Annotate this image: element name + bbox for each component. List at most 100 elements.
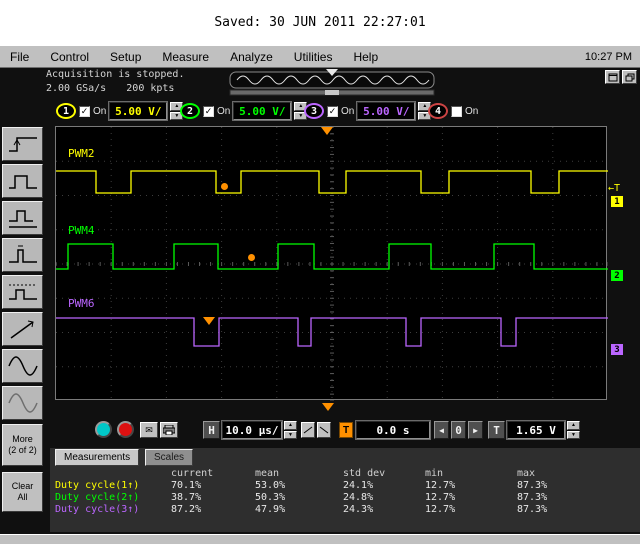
trigger-edge-button[interactable] — [2, 127, 43, 161]
value-mean: 53.0% — [255, 480, 343, 492]
channel-1-controls: 1 ✓ On 5.00 V/ ▲ ▼ — [56, 100, 183, 122]
print-button[interactable] — [160, 422, 178, 438]
edge-trigger-icon — [6, 131, 40, 157]
time-reference-button[interactable]: T — [339, 422, 353, 438]
value-current: 87.2% — [171, 504, 255, 516]
trace-label-pwm4: PWM4 — [68, 224, 95, 237]
trigger-level-marker[interactable]: ←T — [608, 183, 620, 194]
oscilloscope-screen: Saved: 30 JUN 2011 22:27:01 File Control… — [0, 0, 640, 544]
window-icon — [608, 73, 618, 82]
measurement-marker-ch2[interactable] — [248, 254, 255, 261]
ground-marker-ch1[interactable]: 1 — [611, 196, 623, 207]
ground-marker-ch2[interactable]: 2 — [611, 270, 623, 281]
more-page-label: (2 of 2) — [8, 445, 37, 456]
value-stddev: 24.8% — [343, 492, 425, 504]
channel-2-scale[interactable]: 5.00 V/ — [233, 102, 291, 120]
trigger-level-value[interactable]: 1.65 V — [507, 421, 565, 439]
menu-measure[interactable]: Measure — [160, 49, 211, 65]
acquisition-preview-graphic — [229, 69, 435, 96]
menu-setup[interactable]: Setup — [108, 49, 143, 65]
col-min: min — [425, 468, 517, 480]
trigger-pulse-button[interactable] — [2, 164, 43, 198]
window-restore-button[interactable] — [622, 70, 637, 84]
delay-zero-button[interactable]: 0 — [451, 421, 466, 439]
measurement-marker-ch3[interactable] — [203, 317, 215, 325]
trigger-glitch-button[interactable] — [2, 238, 43, 272]
clock: 10:27 PM — [585, 51, 632, 63]
tab-scales[interactable]: Scales — [145, 449, 193, 466]
channel-1-number: 1 — [63, 106, 69, 117]
tab-measurements[interactable]: Measurements — [55, 449, 139, 466]
value-max: 87.3% — [517, 480, 635, 492]
envelope-icon: ✉ — [145, 425, 153, 436]
timebase-spinner[interactable]: ▲ ▼ — [284, 421, 297, 439]
trigger-level-spinner[interactable]: ▲ ▼ — [567, 421, 580, 439]
saved-banner: Saved: 30 JUN 2011 22:27:01 — [0, 0, 640, 45]
menu-help[interactable]: Help — [351, 49, 380, 65]
check-icon: ✓ — [81, 107, 89, 116]
window-minimize-button[interactable] — [605, 70, 620, 84]
stop-button[interactable] — [117, 421, 134, 438]
value-stddev: 24.3% — [343, 504, 425, 516]
waveform-sine-button[interactable] — [2, 349, 43, 383]
trace-label-pwm6: PWM6 — [68, 297, 95, 310]
printer-icon — [163, 425, 175, 435]
channel-4-on-checkbox[interactable] — [451, 106, 462, 117]
channel-4-on-label: On — [465, 106, 478, 117]
ground-marker-ch3[interactable]: 3 — [611, 344, 623, 355]
zoom-in-button[interactable] — [317, 422, 331, 438]
horizontal-menu-button[interactable]: H — [203, 421, 220, 439]
channel-3-on-label: On — [341, 106, 354, 117]
delay-value[interactable]: 0.0 s — [356, 421, 430, 439]
waveform-sine-dim-button[interactable] — [2, 386, 43, 420]
channel-2-on-checkbox[interactable]: ✓ — [203, 106, 214, 117]
measurement-marker-ch1[interactable] — [221, 183, 228, 190]
value-min: 12.7% — [425, 480, 517, 492]
channel-1-scale[interactable]: 5.00 V/ — [109, 102, 167, 120]
acquisition-preview-bar[interactable] — [229, 69, 435, 96]
channel-3-on-checkbox[interactable]: ✓ — [327, 106, 338, 117]
spinner-up-icon[interactable]: ▲ — [567, 421, 580, 430]
value-current: 38.7% — [171, 492, 255, 504]
clear-label: Clear — [12, 481, 34, 492]
trigger-runt-button[interactable] — [2, 275, 43, 309]
delay-right-button[interactable]: ▶ — [468, 421, 483, 439]
menu-utilities[interactable]: Utilities — [292, 49, 335, 65]
trigger-transition-button[interactable] — [2, 312, 43, 346]
clear-all-button[interactable]: Clear All — [2, 472, 43, 512]
status-strip — [0, 534, 640, 544]
measurements-table: current mean std dev min max Duty cycle(… — [55, 468, 635, 516]
value-min: 12.7% — [425, 492, 517, 504]
channel-1-on-checkbox[interactable]: ✓ — [79, 106, 90, 117]
table-row: Duty cycle(3↑) 87.2% 47.9% 24.3% 12.7% 8… — [55, 504, 635, 516]
run-button[interactable] — [95, 421, 112, 438]
timebase-value[interactable]: 10.0 µs/ — [222, 421, 282, 439]
menu-analyze[interactable]: Analyze — [228, 49, 275, 65]
check-icon: ✓ — [205, 107, 213, 116]
menu-file[interactable]: File — [8, 49, 31, 65]
channel-1-badge[interactable]: 1 — [56, 103, 76, 119]
saved-text: Saved: 30 JUN 2011 22:27:01 — [214, 15, 425, 30]
channel-3-scale[interactable]: 5.00 V/ — [357, 102, 415, 120]
trigger-time-marker[interactable] — [321, 127, 333, 135]
channel-2-badge[interactable]: 2 — [180, 103, 200, 119]
trigger-pattern-button[interactable] — [2, 201, 43, 235]
value-max: 87.3% — [517, 504, 635, 516]
delay-left-button[interactable]: ◀ — [434, 421, 449, 439]
spinner-up-icon[interactable]: ▲ — [284, 421, 297, 430]
channel-3-number: 3 — [311, 106, 317, 117]
email-button[interactable]: ✉ — [140, 422, 158, 438]
zoom-out-button[interactable] — [301, 422, 315, 438]
delay-reference-marker[interactable] — [322, 403, 334, 411]
trigger-menu-button[interactable]: T — [488, 421, 505, 439]
more-button[interactable]: More (2 of 2) — [2, 424, 43, 466]
menu-control[interactable]: Control — [48, 49, 91, 65]
channel-4-badge[interactable]: 4 — [428, 103, 448, 119]
clear-all-label: All — [17, 492, 27, 503]
pattern-trigger-icon — [6, 205, 40, 231]
menu-bar: File Control Setup Measure Analyze Utili… — [0, 45, 640, 68]
spinner-down-icon[interactable]: ▼ — [567, 431, 580, 440]
channel-3-badge[interactable]: 3 — [304, 103, 324, 119]
spinner-down-icon[interactable]: ▼ — [284, 431, 297, 440]
value-min: 12.7% — [425, 504, 517, 516]
